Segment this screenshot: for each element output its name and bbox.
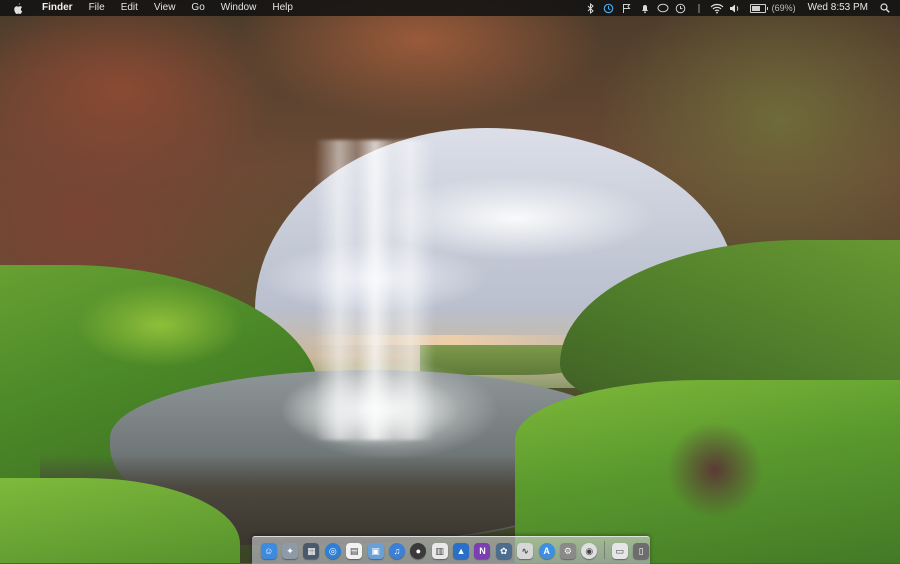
volume-icon[interactable]: [728, 0, 742, 16]
finder-icon[interactable]: ☺: [260, 543, 277, 559]
photos-icon[interactable]: ✿: [495, 543, 512, 559]
menu-view[interactable]: View: [146, 0, 184, 16]
safari-icon[interactable]: ◎: [324, 543, 341, 559]
grapher-icon[interactable]: ∿: [517, 543, 534, 559]
clock-history-icon[interactable]: [674, 0, 688, 16]
menu-bar: Finder File Edit View Go Window Help (69…: [0, 0, 900, 16]
trash-icon[interactable]: ▯: [633, 543, 650, 559]
menu-bar-status: (69%) Wed 8:53 PM: [582, 0, 900, 16]
preview-icon[interactable]: ▣: [367, 543, 384, 559]
onenote-icon[interactable]: N: [474, 543, 491, 559]
menu-go[interactable]: Go: [183, 0, 212, 16]
notification-bell-icon[interactable]: [638, 0, 652, 16]
mission-control-icon[interactable]: ▦: [303, 543, 320, 559]
wifi-icon[interactable]: [710, 0, 724, 16]
dock: ☺ ✦ ▦ ◎ ▤ ▣ ♫ ● ▥ ▲ N ✿ ∿ A ⚙ ◉ ▭ ▯: [252, 536, 650, 564]
chrome-icon[interactable]: ◉: [581, 543, 598, 559]
menu-window[interactable]: Window: [213, 0, 265, 16]
dropbox-icon[interactable]: [692, 0, 706, 16]
dock-separator: [604, 541, 605, 559]
menu-help[interactable]: Help: [264, 0, 301, 16]
itunes-icon[interactable]: ♫: [388, 543, 405, 559]
menu-clock[interactable]: Wed 8:53 PM: [808, 0, 868, 16]
waterfall-mist: [280, 360, 500, 460]
menu-edit[interactable]: Edit: [113, 0, 146, 16]
menu-file[interactable]: File: [81, 0, 113, 16]
battery-icon: [749, 3, 766, 13]
battery-tip: [766, 6, 768, 10]
numbers-icon[interactable]: ▥: [431, 543, 448, 559]
spotlight-search-icon[interactable]: [878, 0, 892, 16]
battery-status[interactable]: (69%): [749, 0, 796, 16]
keynote-icon[interactable]: ▲: [453, 543, 470, 559]
calendar-icon[interactable]: ▤: [346, 543, 363, 559]
menu-finder[interactable]: Finder: [34, 0, 81, 16]
bluetooth-icon[interactable]: [584, 0, 598, 16]
apple-logo-icon[interactable]: [12, 2, 24, 14]
app-store-icon[interactable]: A: [538, 543, 555, 559]
desktop-wallpaper: [0, 0, 900, 563]
launchpad-icon[interactable]: ✦: [282, 543, 299, 559]
system-preferences-icon[interactable]: ⚙: [559, 543, 576, 559]
dock-icons: ☺ ✦ ▦ ◎ ▤ ▣ ♫ ● ▥ ▲ N ✿ ∿ A ⚙ ◉ ▭ ▯: [258, 539, 652, 559]
camera-icon[interactable]: ●: [410, 543, 427, 559]
battery-fill: [751, 5, 760, 11]
menu-bar-left: Finder File Edit View Go Window Help: [0, 0, 301, 16]
battery-percent: (69%): [771, 3, 796, 13]
chat-icon[interactable]: [656, 0, 670, 16]
timemachine-icon[interactable]: [602, 0, 616, 16]
flag-icon[interactable]: [620, 0, 634, 16]
folder-icon[interactable]: ▭: [611, 543, 628, 559]
